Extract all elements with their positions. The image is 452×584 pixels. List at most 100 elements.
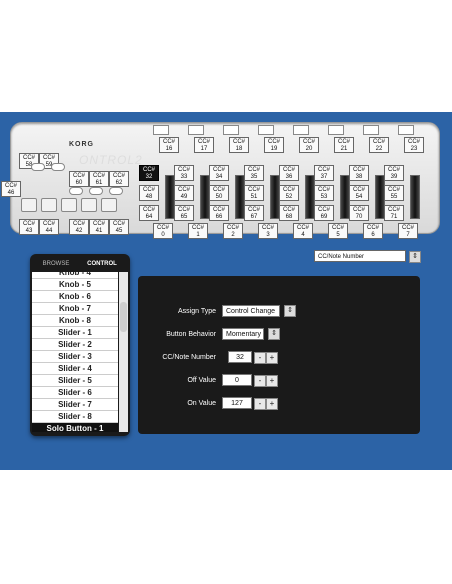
cc-label-mute-4: CC# 51 bbox=[244, 185, 264, 201]
mode-dropdown[interactable]: CC/Note Number ⇕ bbox=[314, 250, 421, 263]
on-value-label: On Value bbox=[187, 400, 216, 407]
off-value-label: Off Value bbox=[187, 377, 216, 384]
knob-3[interactable] bbox=[223, 125, 239, 135]
cc-label-left-7: CC# 44 bbox=[39, 219, 59, 235]
cc-label-solo-7: CC# 38 bbox=[349, 165, 369, 181]
track-button-1[interactable] bbox=[51, 163, 65, 171]
on-value-field[interactable]: 127 bbox=[222, 397, 252, 409]
on-value-decrement[interactable]: - bbox=[254, 398, 266, 410]
list-item[interactable]: Slider - 2 bbox=[32, 339, 118, 351]
list-item[interactable]: Knob - 4 bbox=[32, 272, 118, 279]
cc-label-rec-4: CC# 67 bbox=[244, 205, 264, 221]
list-item[interactable]: Solo Button - 1 bbox=[32, 423, 118, 432]
button-behavior-select[interactable]: Momentary bbox=[222, 328, 264, 340]
cc-label-left-9: CC# 41 bbox=[89, 219, 109, 235]
cc-label-rec-7: CC# 70 bbox=[349, 205, 369, 221]
cc-label-rec-6: CC# 69 bbox=[314, 205, 334, 221]
cc-label-knob-7: CC# 22 bbox=[369, 137, 389, 153]
track-button-3[interactable] bbox=[89, 187, 103, 195]
slider-8[interactable] bbox=[410, 175, 420, 219]
scrollbar-thumb[interactable] bbox=[120, 302, 127, 332]
korg-logo: KORG bbox=[69, 141, 94, 148]
mode-dropdown-spinner[interactable]: ⇕ bbox=[409, 251, 421, 263]
cc-label-knob-6: CC# 21 bbox=[334, 137, 354, 153]
assign-type-spinner[interactable]: ⇕ bbox=[284, 305, 296, 317]
cc-label-mute-7: CC# 54 bbox=[349, 185, 369, 201]
cc-label-solo-1: CC# 32 bbox=[139, 165, 159, 181]
list-item[interactable]: Knob - 5 bbox=[32, 279, 118, 291]
cc-label-mute-8: CC# 55 bbox=[384, 185, 404, 201]
list-item[interactable]: Knob - 6 bbox=[32, 291, 118, 303]
mode-dropdown-value: CC/Note Number bbox=[318, 254, 365, 260]
cc-label-knob-8: CC# 23 bbox=[404, 137, 424, 153]
track-button-0[interactable] bbox=[31, 163, 45, 171]
list-item[interactable]: Slider - 5 bbox=[32, 375, 118, 387]
knob-5[interactable] bbox=[293, 125, 309, 135]
cc-label-rec-5: CC# 68 bbox=[279, 205, 299, 221]
cc-number-decrement[interactable]: - bbox=[254, 352, 266, 364]
cc-number-increment[interactable]: + bbox=[266, 352, 278, 364]
control-settings-panel: Assign Type Control Change ⇕ Button Beha… bbox=[138, 276, 420, 434]
list-item[interactable]: Knob - 7 bbox=[32, 303, 118, 315]
list-item[interactable]: Slider - 4 bbox=[32, 363, 118, 375]
cc-label-left-10: CC# 45 bbox=[109, 219, 129, 235]
list-item[interactable]: Knob - 8 bbox=[32, 315, 118, 327]
transport-button-4[interactable] bbox=[101, 198, 117, 212]
on-value-increment[interactable]: + bbox=[266, 398, 278, 410]
transport-button-0[interactable] bbox=[21, 198, 37, 212]
cc-label-knob-1: CC# 16 bbox=[159, 137, 179, 153]
cc-label-slider-7: CC# 6 bbox=[363, 223, 383, 239]
knob-7[interactable] bbox=[363, 125, 379, 135]
control-browser-panel: BROWSE CONTROL Knob - 4 Knob - 5 Knob - 6K… bbox=[30, 254, 130, 436]
knob-4[interactable] bbox=[258, 125, 274, 135]
list-item[interactable]: Slider - 7 bbox=[32, 399, 118, 411]
cc-number-field[interactable]: 32 bbox=[228, 351, 252, 363]
cc-label-left-5: CC# 46 bbox=[1, 181, 21, 197]
track-button-4[interactable] bbox=[109, 187, 123, 195]
cc-label-slider-4: CC# 3 bbox=[258, 223, 278, 239]
cc-label-left-6: CC# 43 bbox=[19, 219, 39, 235]
list-item[interactable]: Slider - 8 bbox=[32, 411, 118, 423]
model-name: ONTROL2 bbox=[79, 153, 143, 167]
cc-number-label: CC/Note Number bbox=[162, 354, 216, 361]
assign-type-select[interactable]: Control Change bbox=[222, 305, 280, 317]
track-button-2[interactable] bbox=[69, 187, 83, 195]
cc-label-mute-6: CC# 53 bbox=[314, 185, 334, 201]
list-item[interactable]: Slider - 6 bbox=[32, 387, 118, 399]
list-item[interactable]: Slider - 3 bbox=[32, 351, 118, 363]
cc-label-knob-2: CC# 17 bbox=[194, 137, 214, 153]
cc-label-solo-2: CC# 33 bbox=[174, 165, 194, 181]
button-behavior-spinner[interactable]: ⇕ bbox=[268, 328, 280, 340]
knob-2[interactable] bbox=[188, 125, 204, 135]
transport-button-3[interactable] bbox=[81, 198, 97, 212]
tab-browse[interactable]: BROWSE bbox=[36, 258, 76, 270]
cc-label-slider-3: CC# 2 bbox=[223, 223, 243, 239]
cc-label-rec-8: CC# 71 bbox=[384, 205, 404, 221]
cc-label-rec-1: CC# 64 bbox=[139, 205, 159, 221]
cc-label-left-8: CC# 42 bbox=[69, 219, 89, 235]
off-value-decrement[interactable]: - bbox=[254, 375, 266, 387]
cc-label-mute-2: CC# 49 bbox=[174, 185, 194, 201]
app-window: KORG ONTROL2 CC# 58 CC# 59 CC# 60 CC# 61 CC# 62 CC… bbox=[0, 112, 452, 470]
cc-label-left-2: CC# 60 bbox=[69, 171, 89, 187]
off-value-increment[interactable]: + bbox=[266, 375, 278, 387]
knob-6[interactable] bbox=[328, 125, 344, 135]
cc-label-mute-5: CC# 52 bbox=[279, 185, 299, 201]
cc-label-left-4: CC# 62 bbox=[109, 171, 129, 187]
controller-device: KORG ONTROL2 CC# 58 CC# 59 CC# 60 CC# 61 CC# 62 CC… bbox=[1, 122, 440, 239]
control-list[interactable]: Knob - 4 Knob - 5 Knob - 6 Knob - 7 Knob - 8… bbox=[32, 272, 118, 432]
knob-1[interactable] bbox=[153, 125, 169, 135]
cc-label-solo-3: CC# 34 bbox=[209, 165, 229, 181]
transport-button-2[interactable] bbox=[61, 198, 77, 212]
cc-label-solo-6: CC# 37 bbox=[314, 165, 334, 181]
transport-button-1[interactable] bbox=[41, 198, 57, 212]
button-behavior-label: Button Behavior bbox=[166, 331, 216, 338]
off-value-field[interactable]: 0 bbox=[222, 374, 252, 386]
cc-label-slider-5: CC# 4 bbox=[293, 223, 313, 239]
list-item[interactable]: Slider - 1 bbox=[32, 327, 118, 339]
knob-8[interactable] bbox=[398, 125, 414, 135]
cc-label-slider-6: CC# 5 bbox=[328, 223, 348, 239]
control-list-scrollbar[interactable] bbox=[119, 272, 128, 432]
cc-label-slider-8: CC# 7 bbox=[398, 223, 418, 239]
tab-control[interactable]: CONTROL bbox=[80, 258, 124, 270]
